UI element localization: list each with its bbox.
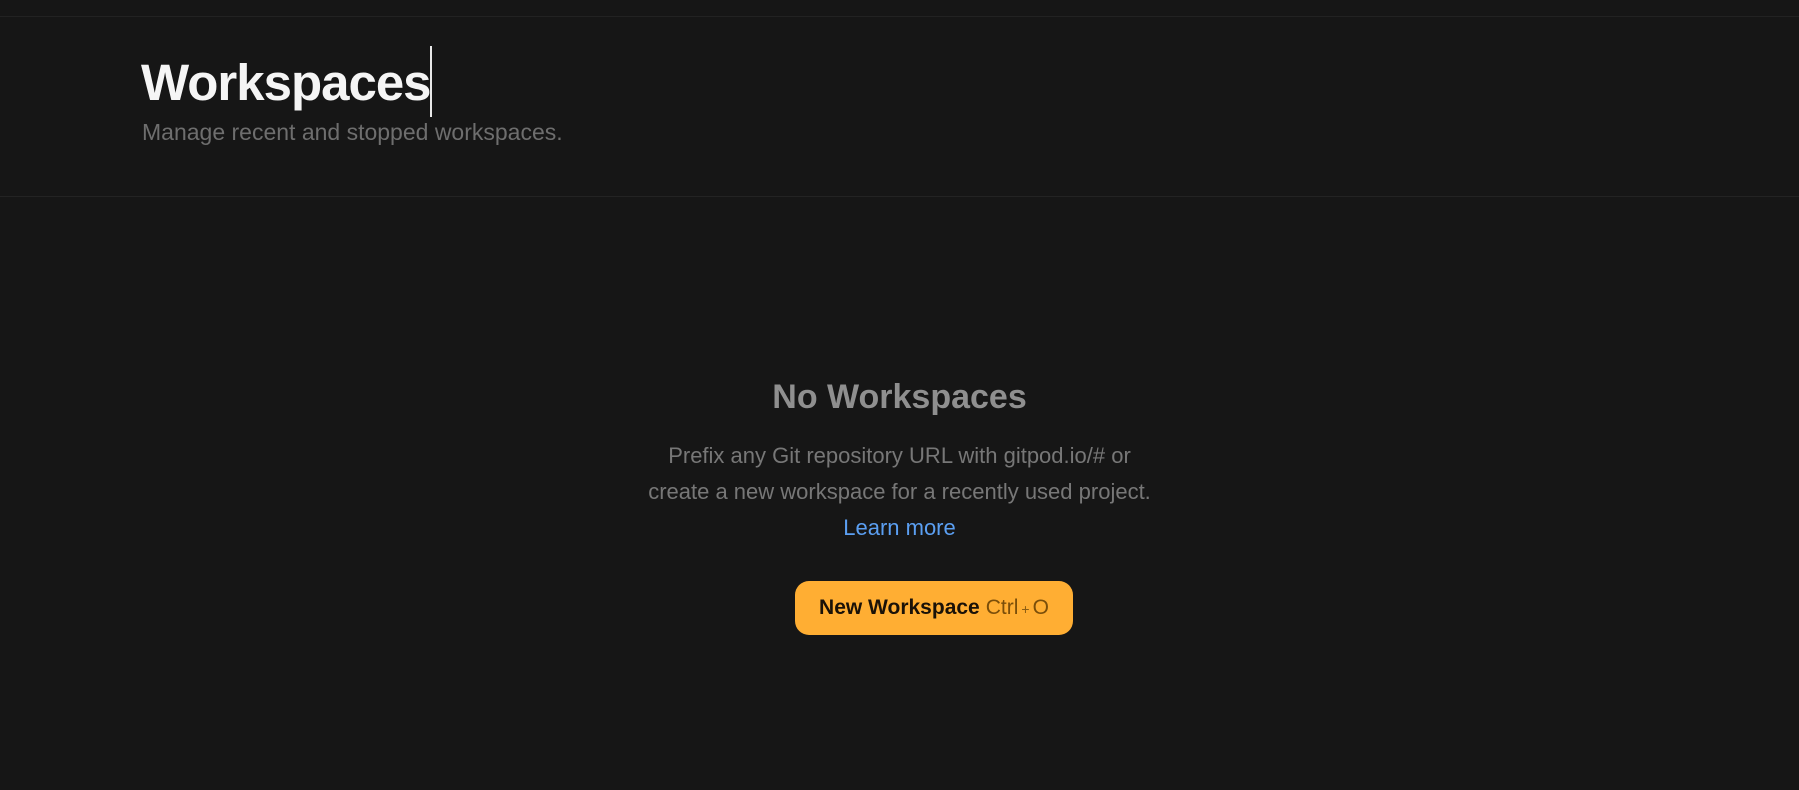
page-subtitle: Manage recent and stopped workspaces. xyxy=(142,119,563,145)
page: Workspaces Manage recent and stopped wor… xyxy=(0,0,1799,790)
shortcut-key-o: O xyxy=(1032,596,1049,619)
page-title: Workspaces xyxy=(141,54,432,111)
shortcut-key-ctrl: Ctrl xyxy=(985,596,1019,619)
keyboard-shortcut: Ctrl + O xyxy=(986,596,1049,620)
page-header: Workspaces Manage recent and stopped wor… xyxy=(0,17,1799,196)
text-caret xyxy=(430,46,432,117)
description-line-2: create a new workspace for a recently us… xyxy=(648,479,1151,504)
learn-more-link[interactable]: Learn more xyxy=(843,510,956,546)
header-divider xyxy=(0,196,1799,197)
empty-state-title: No Workspaces xyxy=(772,378,1027,416)
empty-state-description: Prefix any Git repository URL with gitpo… xyxy=(0,438,1799,546)
shortcut-plus: + xyxy=(1021,601,1030,617)
empty-state: No Workspaces Prefix any Git repository … xyxy=(0,370,1799,546)
new-workspace-button[interactable]: New Workspace Ctrl + O xyxy=(795,581,1073,635)
new-workspace-label: New Workspace xyxy=(819,596,980,619)
description-line-1: Prefix any Git repository URL with gitpo… xyxy=(668,443,1131,468)
